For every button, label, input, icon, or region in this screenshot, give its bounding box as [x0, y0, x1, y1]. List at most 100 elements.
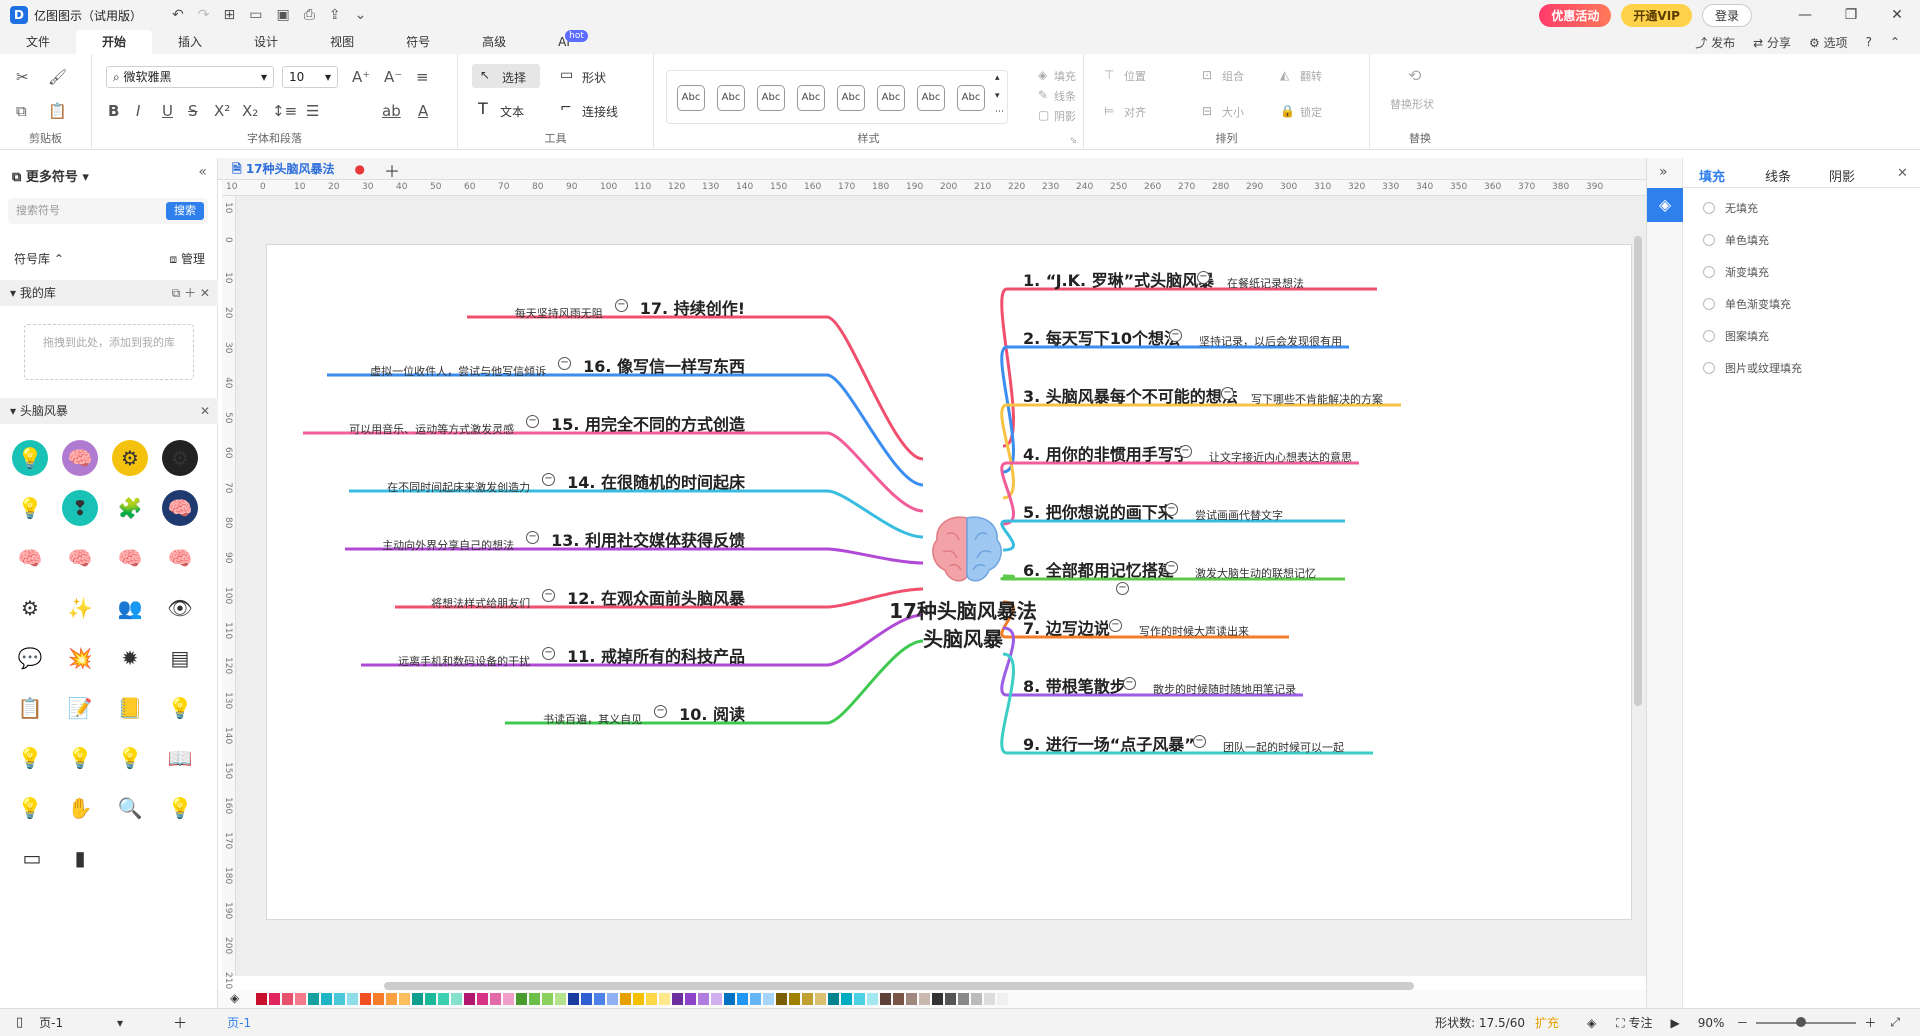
color-swatch[interactable] — [672, 993, 683, 1005]
color-swatch[interactable] — [568, 993, 579, 1005]
head-brain-symbol[interactable]: 🧠 — [62, 440, 98, 476]
brain-red-symbol[interactable]: 🧠 — [112, 540, 148, 576]
zoom-in-icon[interactable]: ＋ — [1864, 1014, 1876, 1031]
color-swatch[interactable] — [529, 993, 540, 1005]
bulb-blue-symbol[interactable]: 💡 — [112, 740, 148, 776]
close-category-icon[interactable]: ✕ — [200, 398, 210, 424]
print-icon[interactable]: ⎙ — [304, 7, 315, 23]
topic-node[interactable]: 4. 用你的非惯用手写字 — [1023, 441, 1190, 465]
team-symbol[interactable]: 👥 — [112, 590, 148, 626]
symbol-search-button[interactable]: 搜索 — [166, 202, 204, 220]
color-swatch[interactable] — [373, 993, 384, 1005]
play-icon[interactable]: ▶ — [1670, 1016, 1679, 1030]
collapse-toggle-icon[interactable]: − — [542, 473, 556, 486]
subtopic-node[interactable]: 在不同时间起床来激发创造力 — [387, 479, 530, 495]
subtopic-node[interactable]: 主动向外界分享自己的想法 — [382, 537, 514, 553]
collapse-toggle-icon[interactable]: − — [654, 705, 668, 718]
gallery-more-icon[interactable]: ⋯ — [995, 107, 1004, 117]
option-no-fill[interactable]: 无填充 — [1703, 200, 1758, 216]
topic-node[interactable]: 10. 阅读 — [679, 701, 745, 725]
subtopic-node[interactable]: 远离手机和数码设备的干扰 — [398, 653, 530, 669]
style-swatch[interactable]: Abc — [757, 85, 785, 111]
subtopic-node[interactable]: 写作的时候大声读出来 — [1139, 623, 1249, 639]
page-tab[interactable]: 页-1 — [227, 1014, 251, 1031]
close-panel-icon[interactable]: ✕ — [1897, 166, 1908, 181]
menu-design[interactable]: 设计 — [228, 30, 304, 54]
color-swatch[interactable] — [295, 993, 306, 1005]
tab-shadow[interactable]: 阴影 — [1829, 166, 1855, 185]
color-swatch[interactable] — [282, 993, 293, 1005]
minimize-icon[interactable]: — — [1782, 7, 1828, 23]
subtopic-node[interactable]: 可以用音乐、运动等方式激发灵感 — [349, 421, 514, 437]
topic-node[interactable]: 9. 进行一场“点子风暴” — [1023, 731, 1195, 755]
option-solid-fill[interactable]: 单色填充 — [1703, 232, 1769, 248]
subtopic-node[interactable]: 激发大脑生动的联想记忆 — [1195, 565, 1316, 581]
collapse-toggle-icon[interactable]: − — [1197, 271, 1210, 284]
help-icon[interactable]: ? — [1866, 35, 1872, 49]
color-swatch[interactable] — [334, 993, 345, 1005]
head-gears-symbol[interactable]: ⚙ — [112, 440, 148, 476]
subtopic-node[interactable]: 坚持记录，以后会发现很有用 — [1199, 333, 1342, 349]
topic-node[interactable]: 1. “J.K. 罗琳”式头脑风暴 — [1023, 267, 1214, 291]
color-swatch[interactable] — [737, 993, 748, 1005]
canvas[interactable]: 17种头脑风暴法 头脑风暴 1. “J.K. 罗琳”式头脑风暴 − 在餐纸记录想法 2.… — [236, 196, 1646, 976]
drawing-page[interactable]: 17种头脑风暴法 头脑风暴 1. “J.K. 罗琳”式头脑风暴 − 在餐纸记录想法 2.… — [266, 244, 1632, 920]
export-icon[interactable]: ⇪ — [329, 7, 341, 23]
tab-fill[interactable]: 填充 — [1699, 166, 1725, 185]
topic-node[interactable]: 3. 头脑风暴每个不可能的想法 — [1023, 383, 1238, 407]
style-swatch[interactable]: Abc — [837, 85, 865, 111]
notebook-pen-symbol[interactable]: 📒 — [112, 690, 148, 726]
person-bulb-symbol[interactable]: 💡 — [12, 490, 48, 526]
line-spacing-icon[interactable]: ↕≡ — [272, 102, 297, 120]
color-swatch[interactable] — [477, 993, 488, 1005]
color-swatch[interactable] — [386, 993, 397, 1005]
subtopic-node[interactable]: 散步的时候随时随地用笔记录 — [1153, 681, 1296, 697]
dialog-launcher-icon[interactable]: ⬂ — [1069, 136, 1077, 146]
color-swatch[interactable] — [555, 993, 566, 1005]
color-swatch[interactable] — [269, 993, 280, 1005]
share-button[interactable]: ⇄ 分享 — [1753, 34, 1791, 51]
menu-symbol[interactable]: 符号 — [380, 30, 456, 54]
checklist-symbol[interactable]: 📋 — [12, 690, 48, 726]
align-icon[interactable]: ≡ — [416, 68, 429, 86]
options-button[interactable]: ⚙ 选项 — [1809, 34, 1848, 51]
magnifier-symbol[interactable]: 🔍 — [112, 790, 148, 826]
collapse-toggle-icon[interactable]: − — [542, 647, 556, 660]
publish-button[interactable]: ⤴ 发布 — [1695, 34, 1735, 51]
head-gears-dark-symbol[interactable]: ⚙ — [162, 440, 198, 476]
color-swatch[interactable] — [971, 993, 982, 1005]
color-swatch[interactable] — [906, 993, 917, 1005]
collapse-toggle-icon[interactable]: − — [1165, 561, 1178, 574]
color-swatch[interactable] — [451, 993, 462, 1005]
new-file-icon[interactable]: ⊞ — [223, 7, 235, 23]
gallery-up-icon[interactable]: ▴ — [995, 73, 1000, 83]
subtopic-node[interactable]: 虚拟一位收件人，尝试与他写信倾诉 — [370, 363, 546, 379]
collapse-toggle-icon[interactable]: − — [1221, 387, 1234, 400]
customize-qa-icon[interactable]: ⌄ — [355, 7, 367, 23]
redo-icon[interactable]: ↷ — [198, 7, 210, 23]
close-window-icon[interactable]: ✕ — [1874, 7, 1920, 23]
color-swatch[interactable] — [945, 993, 956, 1005]
vertical-scrollbar[interactable] — [1634, 236, 1642, 706]
fill-panel-icon[interactable]: ◈ — [1647, 188, 1683, 222]
color-swatch[interactable] — [620, 993, 631, 1005]
style-swatch[interactable]: Abc — [717, 85, 745, 111]
add-tab-icon[interactable]: ＋ — [384, 158, 400, 182]
collapse-toggle-icon[interactable]: − — [1165, 503, 1178, 516]
fill-bucket-icon[interactable]: ◈ — [230, 991, 239, 1005]
head-profile-symbol[interactable]: 🧠 — [162, 490, 198, 526]
menu-insert[interactable]: 插入 — [152, 30, 228, 54]
menu-ai[interactable]: AI hot — [532, 30, 596, 54]
collapse-toggle-icon[interactable]: − — [1123, 677, 1136, 690]
style-swatch[interactable]: Abc — [677, 85, 705, 111]
superscript-icon[interactable]: X² — [214, 102, 230, 120]
hand-bulb-symbol[interactable]: ✋ — [62, 790, 98, 826]
menu-view[interactable]: 视图 — [304, 30, 380, 54]
subtopic-node[interactable]: 写下哪些不肯能解决的方案 — [1251, 391, 1383, 407]
page-view-icon[interactable]: ▯ — [16, 1015, 23, 1030]
option-pattern-fill[interactable]: 图案填充 — [1703, 328, 1769, 344]
topic-node[interactable]: 13. 利用社交媒体获得反馈 — [551, 527, 745, 551]
zoom-slider-handle[interactable] — [1796, 1016, 1807, 1027]
cut-icon[interactable]: ✂ — [16, 68, 29, 86]
color-swatch[interactable] — [711, 993, 722, 1005]
